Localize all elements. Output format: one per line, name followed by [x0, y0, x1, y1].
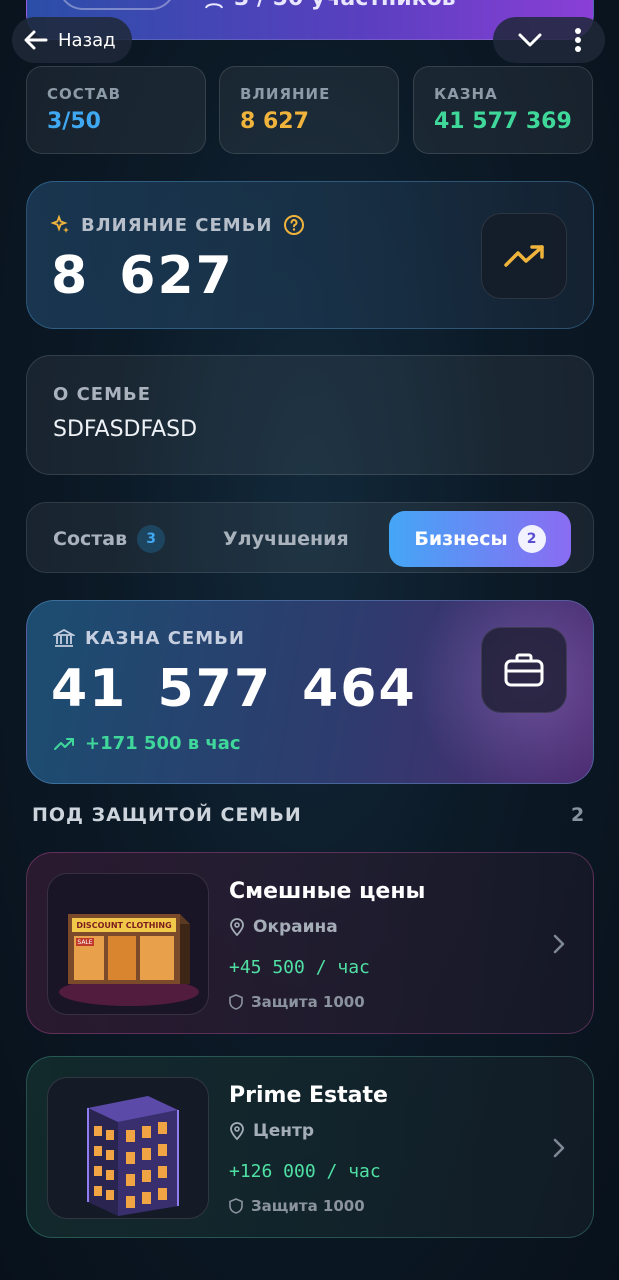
arrow-left-icon: [24, 30, 48, 50]
tab-label: Состав: [53, 528, 128, 550]
tab-badge: 2: [517, 525, 546, 553]
person-icon: [205, 2, 223, 8]
more-vertical-icon[interactable]: [574, 27, 582, 53]
chevron-right-icon: [553, 1138, 565, 1158]
stat-card-influence: ВЛИЯНИЕ 8 627: [219, 66, 399, 154]
stat-card-treasury: КАЗНА 41 577 369: [413, 66, 593, 154]
business-protection: Защита 1000: [229, 1197, 365, 1215]
business-thumbnail: DISCOUNT CLOTHING SALE: [47, 873, 209, 1015]
influence-trend-button[interactable]: [481, 213, 567, 299]
tab-badge: 3: [137, 525, 166, 553]
income-text: +171 500 в час: [85, 733, 241, 754]
treasury-title-text: КАЗНА СЕМЬИ: [85, 627, 245, 649]
stat-value: 41 577 369: [434, 109, 572, 134]
business-income: +45 500 / час: [229, 957, 370, 978]
location-text: Центр: [253, 1121, 315, 1141]
influence-value: 8 627: [51, 246, 234, 306]
business-name: Смешные цены: [229, 879, 426, 904]
about-label: О СЕМЬЕ: [53, 384, 152, 405]
about-family-card: О СЕМЬЕ SDFASDFASD: [26, 355, 594, 475]
stat-label: СОСТАВ: [47, 85, 122, 103]
sparkle-icon: [51, 215, 69, 233]
members-text: 3 / 50 участников: [234, 0, 456, 11]
map-pin-icon: [230, 918, 244, 936]
protection-text: Защита 1000: [251, 1197, 365, 1215]
stat-label: ВЛИЯНИЕ: [240, 85, 331, 103]
about-text: SDFASDFASD: [53, 417, 198, 442]
business-card[interactable]: Prime Estate Центр +126 000 / час Защита…: [26, 1056, 594, 1238]
stat-value: 8 627: [240, 109, 309, 134]
store-building-image: DISCOUNT CLOTHING SALE: [59, 914, 199, 1006]
business-protection: Защита 1000: [229, 993, 365, 1011]
chevron-right-icon: [553, 934, 565, 954]
business-name: Prime Estate: [229, 1083, 388, 1108]
shield-icon: [229, 994, 243, 1010]
business-location: Центр: [229, 1121, 314, 1141]
influence-title-text: ВЛИЯНИЕ СЕМЬИ: [81, 214, 273, 236]
treasury-wallet-button[interactable]: [481, 627, 567, 713]
help-icon[interactable]: [283, 214, 305, 236]
treasury-title: КАЗНА СЕМЬИ: [53, 627, 245, 649]
hero-pill: [58, 0, 176, 10]
tower-building-image: [87, 1096, 179, 1216]
influence-title: ВЛИЯНИЕ СЕМЬИ: [51, 214, 305, 236]
treasury-card: КАЗНА СЕМЬИ 41 577 464 +171 500 в час: [26, 600, 594, 784]
tab-members[interactable]: Состав 3: [53, 511, 166, 567]
business-thumbnail: [47, 1077, 209, 1219]
store-sign: DISCOUNT CLOTHING: [76, 921, 171, 930]
trending-up-icon: [54, 737, 74, 750]
chevron-down-icon[interactable]: [517, 32, 543, 48]
protection-text: Защита 1000: [251, 993, 365, 1011]
protected-section-count: 2: [571, 804, 585, 826]
location-text: Окраина: [253, 917, 338, 937]
members-summary: 3 / 50 участников: [204, 0, 456, 11]
shield-icon: [229, 1198, 243, 1214]
tab-label: Улучшения: [223, 528, 349, 550]
business-location: Окраина: [229, 917, 338, 937]
briefcase-icon: [504, 653, 544, 687]
sale-sign: SALE: [77, 939, 92, 946]
treasury-value: 41 577 464: [51, 659, 417, 719]
back-button[interactable]: Назад: [12, 17, 132, 63]
tab-upgrades[interactable]: Улучшения: [223, 511, 349, 567]
bank-icon: [53, 628, 75, 647]
tab-label: Бизнесы: [414, 528, 508, 550]
map-pin-icon: [230, 1122, 244, 1140]
protected-section-title: ПОД ЗАЩИТОЙ СЕМЬИ: [32, 804, 302, 826]
treasury-income: +171 500 в час: [53, 733, 241, 754]
tab-businesses[interactable]: Бизнесы 2: [389, 511, 571, 567]
influence-card: ВЛИЯНИЕ СЕМЬИ 8 627: [26, 181, 594, 329]
stat-value: 3/50: [47, 109, 101, 134]
trending-up-icon: [504, 245, 544, 267]
stat-label: КАЗНА: [434, 85, 498, 103]
window-controls: [493, 17, 605, 63]
business-income: +126 000 / час: [229, 1161, 381, 1182]
back-label: Назад: [58, 29, 116, 51]
stat-card-members: СОСТАВ 3/50: [26, 66, 206, 154]
business-card[interactable]: DISCOUNT CLOTHING SALE Смешные цены Окра…: [26, 852, 594, 1034]
tab-bar: Состав 3 Улучшения Бизнесы 2: [26, 502, 594, 573]
